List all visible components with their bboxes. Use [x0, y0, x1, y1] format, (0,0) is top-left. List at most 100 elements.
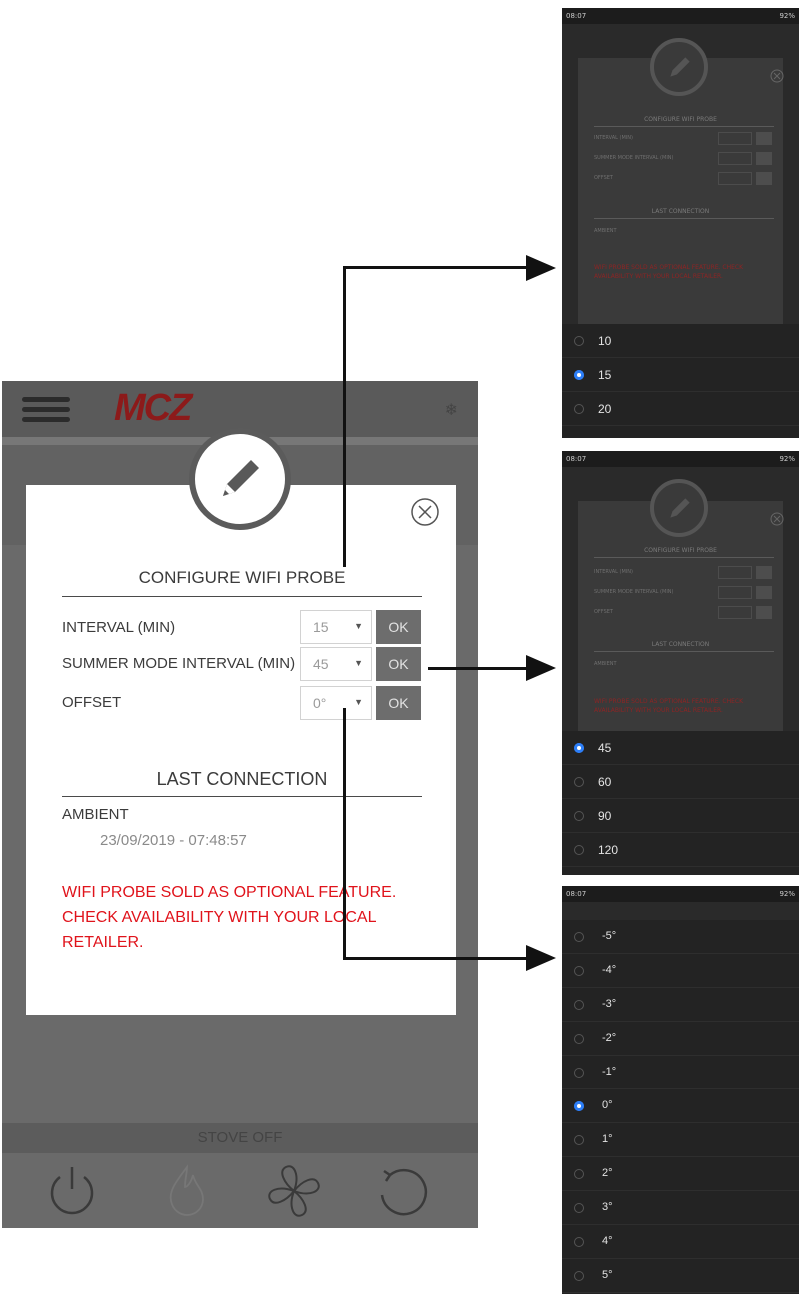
interval-select[interactable]: 15 ▼	[300, 610, 372, 644]
mini-ok	[756, 606, 772, 619]
mini-last-connection-title: LAST CONNECTION	[651, 208, 710, 215]
close-icon[interactable]	[410, 497, 440, 527]
stove-status: STOVE OFF	[2, 1123, 478, 1153]
warning-text: WIFI PROBE SOLD AS OPTIONAL FEATURE. CHE…	[62, 884, 397, 951]
option-10[interactable]: 10	[562, 324, 799, 358]
radio-icon	[574, 999, 584, 1010]
offset-select[interactable]: 0° ▼	[300, 686, 372, 720]
radio-icon	[574, 965, 584, 976]
fan-icon[interactable]	[264, 1161, 324, 1221]
option-label: -3°	[602, 997, 617, 1010]
radio-icon	[574, 932, 584, 942]
mini-row-label: SUMMER MODE INTERVAL (MIN)	[594, 155, 674, 161]
mini-row-label: OFFSET	[594, 175, 613, 181]
divider	[62, 596, 422, 597]
option-5[interactable]: 5°	[562, 1259, 799, 1293]
power-icon[interactable]	[42, 1161, 102, 1221]
snowflake-icon[interactable]: ❄	[445, 400, 458, 419]
option-label: 45	[598, 741, 612, 755]
close-icon	[770, 68, 784, 83]
flame-icon[interactable]	[157, 1161, 217, 1221]
summer-interval-ok-button[interactable]: OK	[376, 647, 421, 681]
status-time: 08:07	[566, 12, 587, 20]
option-0[interactable]: 0°	[562, 1089, 799, 1124]
option-90[interactable]: 90	[562, 799, 799, 833]
status-battery: 92%	[779, 12, 795, 20]
mini-dialog: CONFIGURE WIFI PROBE INTERVAL (MIN) SUMM…	[578, 58, 784, 328]
mini-ambient: AMBIENT	[594, 228, 617, 234]
radio-selected-icon	[574, 743, 584, 753]
divider	[62, 796, 422, 797]
ambient-label: AMBIENT	[62, 806, 129, 823]
mini-ambient: AMBIENT	[594, 661, 617, 667]
interval-options-list: 10 15 20	[562, 324, 799, 438]
arrow-line	[428, 667, 528, 670]
option-20[interactable]: 20	[562, 392, 799, 426]
option-label: 10	[598, 334, 612, 348]
mini-ok	[756, 586, 772, 599]
arrow-head	[526, 945, 556, 971]
mini-dialog: CONFIGURE WIFI PROBE INTERVAL (MIN) SUMM…	[578, 501, 784, 741]
status-time: 08:07	[566, 455, 587, 463]
arrow-line	[343, 267, 346, 567]
radio-icon	[574, 1237, 584, 1248]
status-battery: 92%	[779, 455, 795, 463]
radio-icon	[574, 404, 584, 414]
configure-title: CONFIGURE WIFI PROBE	[138, 568, 346, 587]
radio-icon	[574, 1203, 584, 1214]
option-2[interactable]: 2°	[562, 1157, 799, 1192]
option-3[interactable]: 3°	[562, 1191, 799, 1226]
summer-interval-select[interactable]: 45 ▼	[300, 647, 372, 681]
option-minus-1[interactable]: -1°	[562, 1056, 799, 1090]
hamburger-icon[interactable]	[22, 397, 70, 423]
radio-icon	[574, 1270, 584, 1281]
option-120[interactable]: 120	[562, 833, 799, 867]
option-minus-2[interactable]: -2°	[562, 1022, 799, 1056]
mini-select	[718, 566, 752, 579]
divider	[594, 218, 774, 219]
option-label: -2°	[602, 1031, 617, 1044]
option-label: 0°	[602, 1099, 613, 1112]
divider	[594, 557, 774, 558]
option-label: -1°	[602, 1065, 617, 1078]
option-4[interactable]: 4°	[562, 1225, 799, 1259]
option-15[interactable]: 15	[562, 358, 799, 392]
mini-select	[718, 132, 752, 145]
mini-ok	[756, 566, 772, 579]
option-60[interactable]: 60	[562, 765, 799, 799]
refresh-icon[interactable]	[372, 1161, 432, 1221]
arrow-line	[343, 708, 346, 960]
arrow-line	[343, 266, 528, 269]
option-label: -5°	[602, 930, 617, 942]
mini-row-label: OFFSET	[594, 609, 613, 615]
arrow-line	[343, 957, 528, 960]
option-minus-3[interactable]: -3°	[562, 988, 799, 1022]
status-bar: 08:07 92%	[562, 8, 799, 24]
mini-edit-badge	[650, 479, 708, 537]
mini-warning: WIFI PROBE SOLD AS OPTIONAL FEATURE. CHE…	[594, 698, 744, 714]
option-label: 4°	[602, 1235, 613, 1248]
status-bar: 08:07 92%	[562, 451, 799, 467]
option-minus-5[interactable]: -5°	[562, 920, 799, 954]
option-label: 15	[598, 368, 612, 382]
pencil-icon	[223, 460, 259, 496]
radio-icon	[574, 811, 584, 821]
option-minus-4[interactable]: -4°	[562, 954, 799, 988]
option-label: 60	[598, 775, 612, 789]
interval-picker-screenshot: 08:07 92% CONFIGURE WIFI PROBE INTERVAL (…	[562, 8, 799, 438]
status-bar: 08:07 92%	[562, 886, 799, 902]
option-45[interactable]: 45	[562, 731, 799, 765]
offset-ok-button[interactable]: OK	[376, 686, 421, 720]
summer-interval-picker-screenshot: 08:07 92% CONFIGURE WIFI PROBE INTERVAL (…	[562, 451, 799, 875]
caret-down-icon: ▼	[354, 658, 363, 668]
close-icon	[770, 511, 784, 526]
mini-last-connection-title: LAST CONNECTION	[651, 641, 710, 648]
radio-icon	[574, 845, 584, 855]
option-1[interactable]: 1°	[562, 1123, 799, 1158]
radio-icon	[574, 1033, 584, 1044]
caret-down-icon: ▼	[354, 697, 363, 707]
mini-select	[718, 606, 752, 619]
option-label: 20	[598, 402, 612, 416]
interval-ok-button[interactable]: OK	[376, 610, 421, 644]
arrow-head	[526, 255, 556, 281]
